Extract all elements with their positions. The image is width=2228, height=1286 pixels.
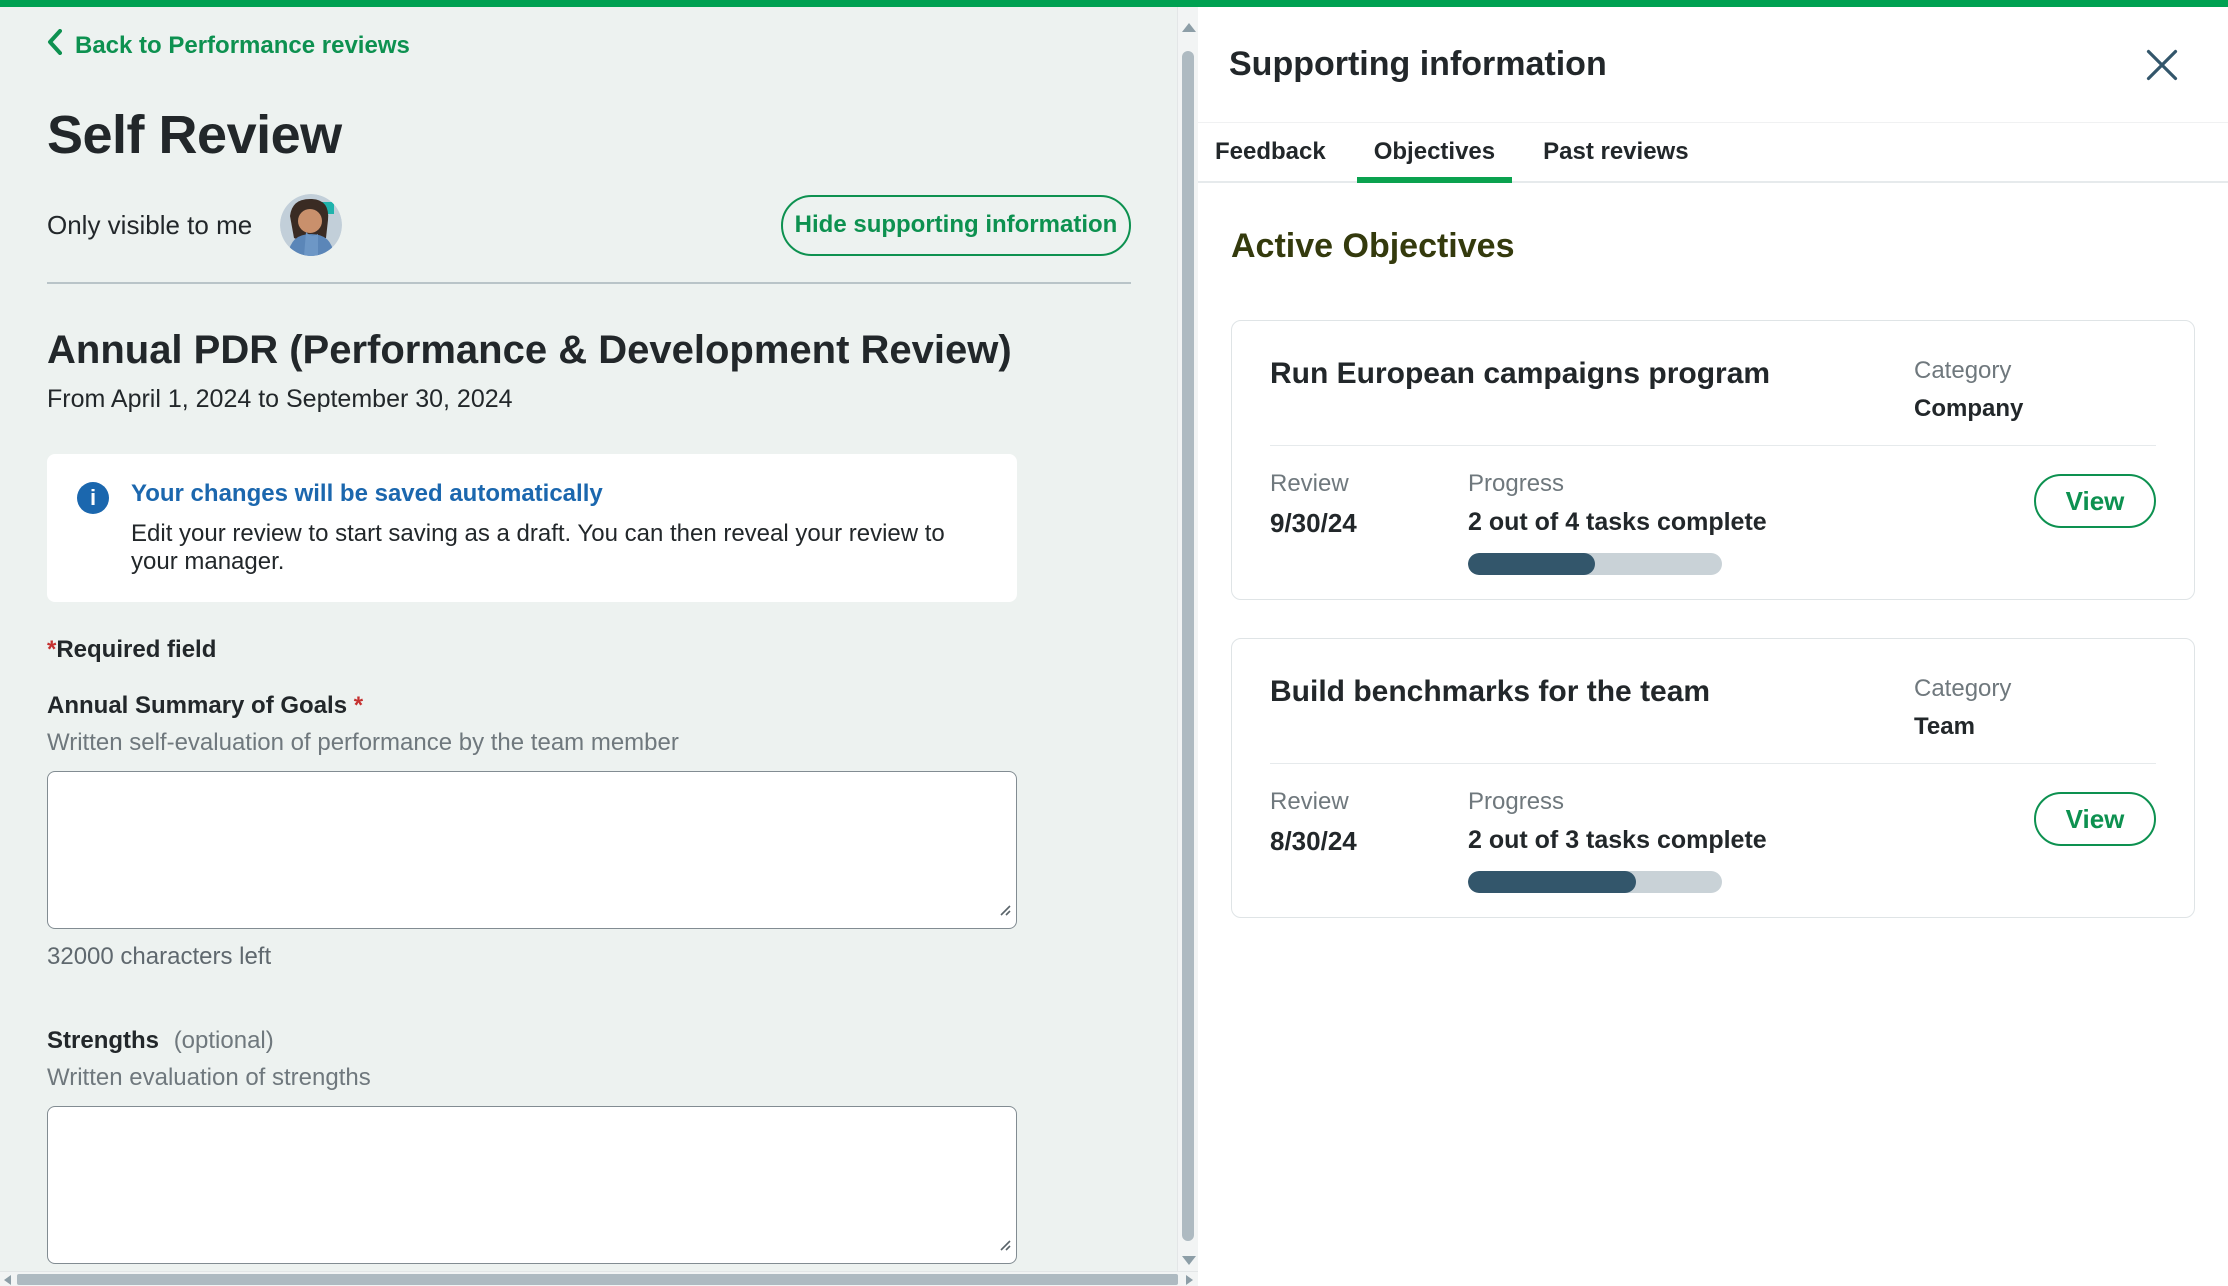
objective-card-top: Build benchmarks for the team Category T… [1270,675,2156,741]
tab-past-reviews[interactable]: Past reviews [1526,123,1705,181]
category-label: Category [1914,675,2156,703]
chevron-left-icon [47,29,62,62]
card-divider [1270,763,2156,764]
objective-category: Category Company [1914,357,2156,423]
back-link-label: Back to Performance reviews [75,32,410,60]
scroll-down-arrow-icon[interactable] [1182,1256,1196,1265]
objective-card-bottom: Review 9/30/24 Progress 2 out of 4 tasks… [1270,470,2156,575]
review-column: Review 9/30/24 [1270,470,1468,539]
optional-suffix: (optional) [174,1027,274,1054]
strengths-textarea[interactable] [47,1106,1017,1264]
scroll-right-arrow-icon[interactable] [1186,1275,1193,1285]
objective-card: Build benchmarks for the team Category T… [1231,638,2195,918]
objective-card-top: Run European campaigns program Category … [1270,357,2156,423]
horizontal-scrollbar-thumb[interactable] [17,1274,1178,1285]
progress-bar [1468,553,1722,575]
category-value: Team [1914,713,2156,741]
card-divider [1270,445,2156,446]
review-period: From April 1, 2024 to September 30, 2024 [47,385,1131,414]
supporting-information-tabs: Feedback Objectives Past reviews [1198,123,2228,183]
progress-column: Progress 2 out of 4 tasks complete [1468,470,2034,575]
supporting-information-title: Supporting information [1229,45,1607,84]
view-objective-button[interactable]: View [2034,792,2156,846]
scroll-left-arrow-icon[interactable] [4,1275,11,1285]
annual-summary-textarea-wrap [47,771,1017,929]
objective-title: Run European campaigns program [1270,357,1890,423]
horizontal-scrollbar[interactable] [0,1271,1198,1286]
page: Back to Performance reviews Self Review … [0,0,2228,1286]
objective-title: Build benchmarks for the team [1270,675,1890,741]
review-date: 9/30/24 [1270,508,1468,539]
view-objective-button[interactable]: View [2034,474,2156,528]
required-asterisk: * [47,636,56,663]
review-cycle-title: Annual PDR (Performance & Development Re… [47,328,1131,373]
progress-bar-fill [1468,871,1636,893]
autosave-banner-body: Edit your review to start saving as a dr… [131,520,987,576]
review-column: Review 8/30/24 [1270,788,1468,857]
vertical-scrollbar[interactable] [1177,7,1198,1271]
info-icon: i [77,482,109,514]
tab-objectives[interactable]: Objectives [1357,123,1512,181]
avatar [280,194,342,256]
progress-text: 2 out of 4 tasks complete [1468,508,2034,537]
progress-label: Progress [1468,470,2034,498]
scroll-up-arrow-icon[interactable] [1182,23,1196,32]
tab-feedback[interactable]: Feedback [1198,123,1343,181]
review-meta-row: Only visible to me Hide [47,194,1131,256]
close-button[interactable] [2144,47,2180,83]
vertical-scrollbar-thumb[interactable] [1182,51,1194,1241]
annual-summary-field: Annual Summary of Goals * Written self-e… [47,692,1131,971]
objective-card-bottom: Review 8/30/24 Progress 2 out of 3 tasks… [1270,788,2156,893]
supporting-information-panel: Supporting information Feedback Objectiv… [1198,7,2228,1286]
supporting-information-header: Supporting information [1198,7,2228,123]
top-accent-bar [0,0,2228,7]
progress-label: Progress [1468,788,2034,816]
progress-bar-fill [1468,553,1595,575]
annual-summary-chars-left: 32000 characters left [47,943,1131,971]
annual-summary-label: Annual Summary of Goals * [47,692,1131,720]
progress-text: 2 out of 3 tasks complete [1468,826,2034,855]
autosave-banner: i Your changes will be saved automatical… [47,454,1017,602]
header-divider [47,282,1131,284]
strengths-textarea-wrap [47,1106,1017,1264]
review-label: Review [1270,788,1468,816]
objective-card: Run European campaigns program Category … [1231,320,2195,600]
progress-bar [1468,871,1722,893]
visibility-note: Only visible to me [47,210,252,241]
autosave-banner-text: Your changes will be saved automatically… [131,480,987,576]
annual-summary-textarea[interactable] [47,771,1017,929]
required-asterisk: * [354,692,363,719]
strengths-helper: Written evaluation of strengths [47,1064,1131,1092]
progress-column: Progress 2 out of 3 tasks complete [1468,788,2034,893]
autosave-banner-title: Your changes will be saved automatically [131,480,987,508]
review-date: 8/30/24 [1270,826,1468,857]
active-objectives-heading: Active Objectives [1231,227,2195,266]
category-value: Company [1914,395,2156,423]
strengths-field: Strengths (optional) Written evaluation … [47,1027,1131,1286]
objective-category: Category Team [1914,675,2156,741]
close-icon [2144,71,2180,86]
category-label: Category [1914,357,2156,385]
self-review-content: Back to Performance reviews Self Review … [47,7,1131,1286]
strengths-label: Strengths (optional) [47,1027,1131,1055]
self-review-panel: Back to Performance reviews Self Review … [0,0,1198,1286]
objectives-tab-content: Active Objectives Run European campaigns… [1198,227,2228,918]
back-to-performance-reviews-link[interactable]: Back to Performance reviews [47,29,410,62]
annual-summary-helper: Written self-evaluation of performance b… [47,729,1131,757]
required-field-note: *Required field [47,636,1131,664]
hide-supporting-information-button[interactable]: Hide supporting information [781,195,1131,256]
page-title: Self Review [47,104,1131,166]
review-label: Review [1270,470,1468,498]
